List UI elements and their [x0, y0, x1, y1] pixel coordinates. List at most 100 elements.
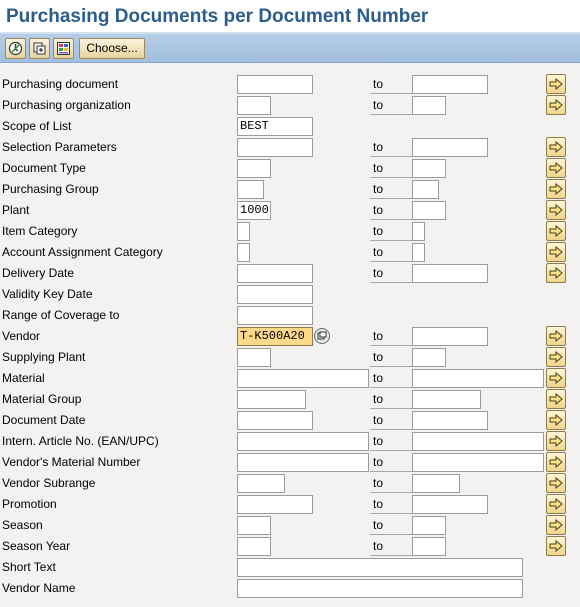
high-value-input[interactable]: [412, 96, 446, 115]
low-value-input[interactable]: [237, 537, 271, 556]
field-label: Season Year: [2, 539, 71, 553]
low-value-input[interactable]: [237, 516, 271, 535]
field-label: Purchasing document: [2, 77, 119, 91]
low-value-input[interactable]: [237, 432, 369, 451]
low-value-input[interactable]: [237, 264, 313, 283]
high-value-input[interactable]: [412, 348, 446, 367]
to-label: to: [373, 518, 384, 532]
high-value-input[interactable]: [412, 201, 446, 220]
low-value-input[interactable]: BEST: [237, 117, 313, 136]
high-value-input[interactable]: [412, 495, 488, 514]
to-separator: to: [370, 474, 412, 493]
low-value-input[interactable]: [237, 138, 313, 157]
page-title: Purchasing Documents per Document Number: [6, 6, 429, 27]
multiple-selection-button[interactable]: [546, 410, 566, 430]
field-label: Range of Coverage to: [2, 308, 120, 322]
to-underline: [370, 471, 412, 472]
to-separator: to: [370, 75, 412, 94]
multiple-selection-button[interactable]: [546, 347, 566, 367]
multiple-selection-button[interactable]: [546, 137, 566, 157]
high-value-input[interactable]: [412, 432, 544, 451]
low-value-input[interactable]: T-K500A20: [237, 327, 313, 346]
multiple-selection-button[interactable]: [546, 368, 566, 388]
execute-button[interactable]: [5, 38, 26, 59]
value-help-button[interactable]: [314, 328, 330, 344]
field-label: Promotion: [2, 497, 57, 511]
arrow-right-icon: [549, 351, 563, 363]
to-label: to: [373, 497, 384, 511]
multiple-selection-button[interactable]: [546, 452, 566, 472]
to-label: to: [373, 77, 384, 91]
low-value-input[interactable]: [237, 453, 369, 472]
high-value-input[interactable]: [412, 537, 446, 556]
low-value-input[interactable]: [237, 579, 523, 598]
multiple-selection-button[interactable]: [546, 326, 566, 346]
high-value-input[interactable]: [412, 327, 488, 346]
high-value-input[interactable]: [412, 222, 425, 241]
to-label: to: [373, 434, 384, 448]
to-separator: to: [370, 411, 412, 430]
high-value-input[interactable]: [412, 369, 544, 388]
arrow-right-icon: [549, 519, 563, 531]
field-label: Vendor Name: [2, 581, 76, 595]
low-value-input[interactable]: [237, 96, 271, 115]
low-value-input[interactable]: [237, 75, 313, 94]
high-value-input[interactable]: [412, 516, 446, 535]
to-label: to: [373, 350, 384, 364]
low-value-input[interactable]: [237, 369, 369, 388]
low-value-input[interactable]: [237, 306, 313, 325]
get-variant-button[interactable]: [29, 38, 50, 59]
field-label: Vendor's Material Number: [2, 455, 141, 469]
multiple-selection-button[interactable]: [546, 263, 566, 283]
choose-button[interactable]: Choose...: [79, 38, 145, 59]
arrow-right-icon: [549, 183, 563, 195]
multiple-selection-button[interactable]: [546, 158, 566, 178]
high-value-input[interactable]: [412, 75, 488, 94]
multiple-selection-button[interactable]: [546, 473, 566, 493]
to-label: to: [373, 539, 384, 553]
high-value-input[interactable]: [412, 138, 488, 157]
to-separator: to: [370, 537, 412, 556]
field-label: Short Text: [2, 560, 56, 574]
low-value-input[interactable]: [237, 474, 285, 493]
multiple-selection-button[interactable]: [546, 200, 566, 220]
high-value-input[interactable]: [412, 411, 488, 430]
low-value-input[interactable]: [237, 159, 271, 178]
multiple-selection-button[interactable]: [546, 515, 566, 535]
high-value-input[interactable]: [412, 474, 460, 493]
low-value-input[interactable]: [237, 495, 313, 514]
to-underline: [370, 513, 412, 514]
multiple-selection-button[interactable]: [546, 179, 566, 199]
low-value-input[interactable]: [237, 558, 523, 577]
low-value-input[interactable]: [237, 390, 306, 409]
multiple-selection-button[interactable]: [546, 221, 566, 241]
high-value-input[interactable]: [412, 453, 544, 472]
to-underline: [370, 387, 412, 388]
dynamic-selections-button[interactable]: [53, 38, 74, 59]
high-value-input[interactable]: [412, 159, 446, 178]
multiple-selection-button[interactable]: [546, 95, 566, 115]
high-value-input[interactable]: [412, 180, 439, 199]
multiple-selection-button[interactable]: [546, 389, 566, 409]
high-value-input[interactable]: [412, 264, 488, 283]
low-value-input[interactable]: 1000: [237, 201, 271, 220]
high-value-input[interactable]: [412, 390, 481, 409]
multiple-selection-button[interactable]: [546, 242, 566, 262]
arrow-right-icon: [549, 267, 563, 279]
low-value-input[interactable]: [237, 243, 250, 262]
field-label: Account Assignment Category: [2, 245, 163, 259]
low-value-input[interactable]: [237, 285, 313, 304]
low-value-input[interactable]: [237, 348, 271, 367]
arrow-right-icon: [549, 141, 563, 153]
low-value-input[interactable]: [237, 411, 313, 430]
low-value-input[interactable]: [237, 222, 250, 241]
multiple-selection-button[interactable]: [546, 494, 566, 514]
multiple-selection-button[interactable]: [546, 431, 566, 451]
multiple-selection-button[interactable]: [546, 74, 566, 94]
low-value-input[interactable]: [237, 180, 264, 199]
to-label: to: [373, 182, 384, 196]
field-label: Delivery Date: [2, 266, 75, 280]
title-bar: Purchasing Documents per Document Number: [0, 0, 580, 34]
high-value-input[interactable]: [412, 243, 425, 262]
multiple-selection-button[interactable]: [546, 536, 566, 556]
